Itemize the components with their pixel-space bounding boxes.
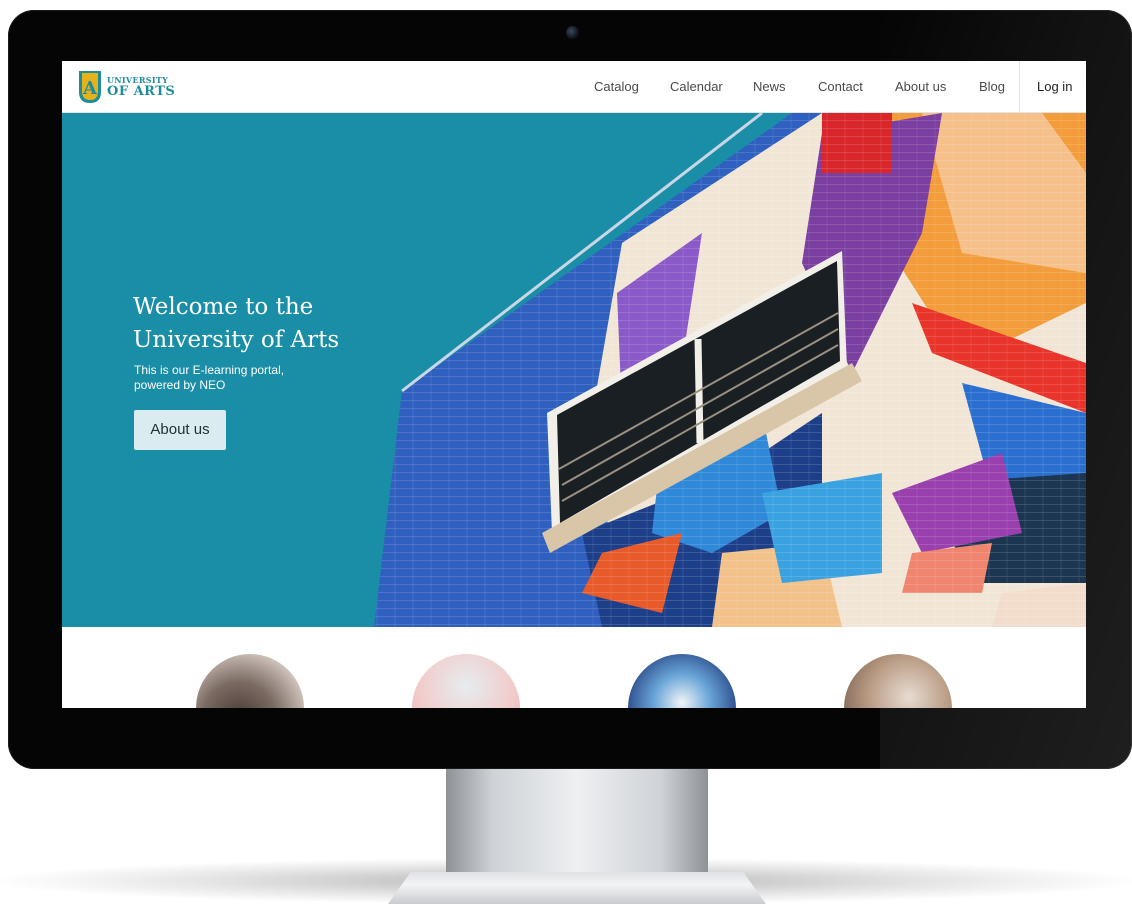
logo-line-1: UNIVERSITY — [107, 75, 169, 85]
browser-screen: A UNIVERSITY OF ARTS Catalog Calendar Ne… — [62, 61, 1086, 708]
site-logo[interactable]: A UNIVERSITY OF ARTS — [78, 70, 175, 104]
webcam-icon — [566, 26, 579, 39]
hero-title: Welcome to the University of Arts — [133, 294, 340, 353]
nav-calendar[interactable]: Calendar — [670, 61, 723, 113]
nav-about-us[interactable]: About us — [895, 61, 946, 113]
nav-catalog[interactable]: Catalog — [594, 61, 639, 113]
writing-photo-icon[interactable] — [844, 654, 952, 708]
nav-divider — [1019, 61, 1020, 113]
hero-subtitle: This is our E-learning portal, powered b… — [134, 363, 285, 392]
lightbulb-photo-icon[interactable] — [412, 654, 520, 708]
logo-shield-icon: A — [79, 71, 101, 103]
nav-blog[interactable]: Blog — [979, 61, 1005, 113]
painting-photo-icon[interactable] — [628, 654, 736, 708]
feature-circles — [62, 627, 1086, 708]
people-photo-icon[interactable] — [196, 654, 304, 708]
top-navbar: A UNIVERSITY OF ARTS Catalog Calendar Ne… — [62, 61, 1086, 113]
nav-news[interactable]: News — [753, 61, 786, 113]
login-link[interactable]: Log in — [1037, 61, 1072, 113]
monitor-foot — [388, 872, 766, 904]
logo-line-2: OF ARTS — [107, 84, 176, 99]
monitor-stand — [446, 769, 708, 879]
svg-text:A: A — [82, 78, 98, 99]
nav-contact[interactable]: Contact — [818, 61, 863, 113]
about-us-button[interactable]: About us — [134, 410, 226, 450]
hero-banner: Welcome to the University of Arts This i… — [62, 113, 1086, 627]
